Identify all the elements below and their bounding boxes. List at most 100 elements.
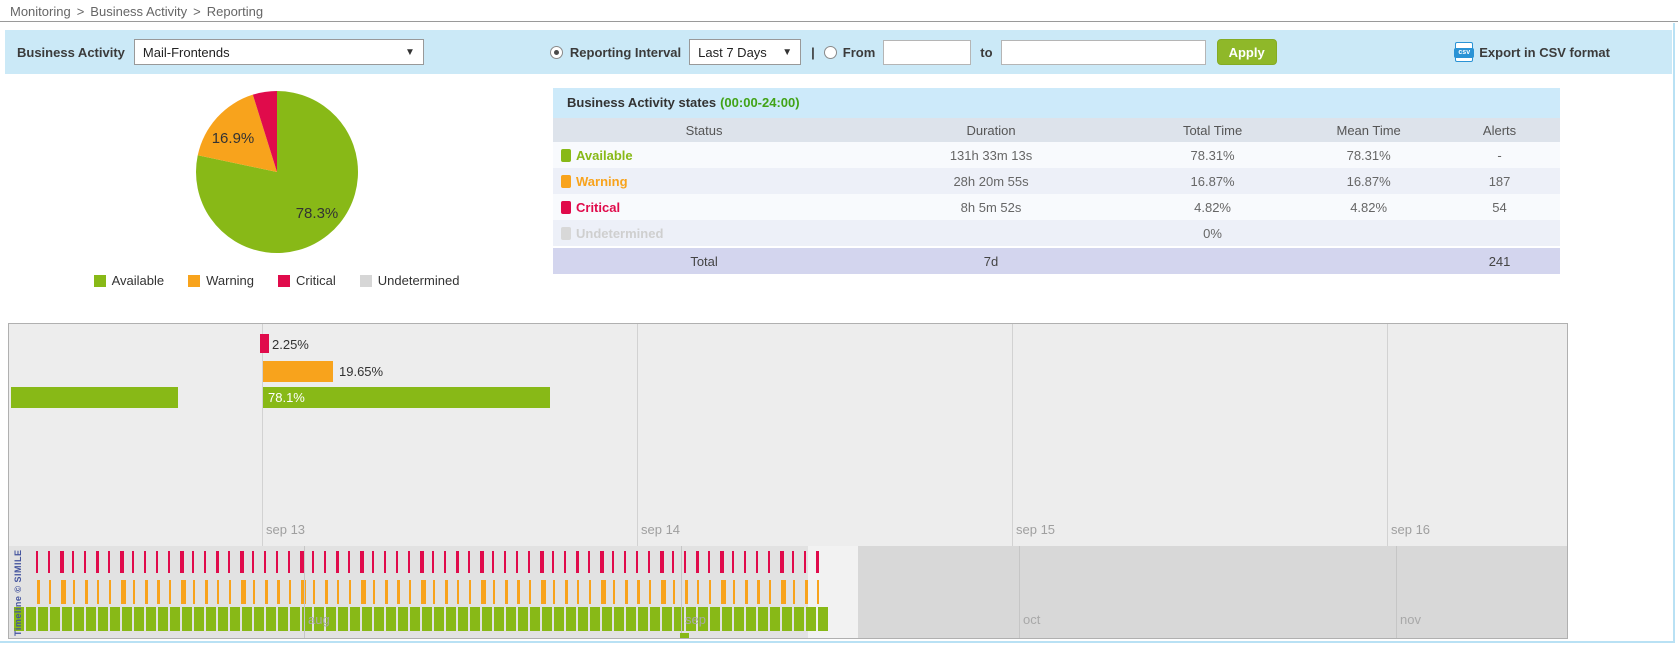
overview-tick-warning <box>97 580 99 604</box>
overview-tick-ok <box>182 607 192 631</box>
overview-tick-ok <box>230 607 240 631</box>
overview-tick-critical <box>492 551 494 573</box>
month-gridline <box>304 546 305 639</box>
overview-tick-warning <box>121 580 126 604</box>
export-csv-link[interactable]: csv Export in CSV format <box>1455 42 1610 62</box>
to-date-input[interactable] <box>1001 40 1206 65</box>
overview-tick-critical <box>636 551 638 573</box>
timeline-bar-value: 19.65% <box>339 362 383 381</box>
overview-tick-ok <box>446 607 456 631</box>
breadcrumb-item-monitoring[interactable]: Monitoring <box>10 4 71 19</box>
apply-button[interactable]: Apply <box>1217 39 1277 65</box>
overview-tick-critical <box>96 551 99 573</box>
total-duration: 7d <box>855 254 1127 269</box>
overview-tick-critical <box>720 551 724 573</box>
reporting-interval-radio[interactable] <box>550 46 563 59</box>
timeline-bar-ok <box>263 387 550 408</box>
day-label: sep 16 <box>1391 522 1430 537</box>
overview-tick-critical <box>444 551 446 573</box>
timeline-bar-critical <box>260 334 269 353</box>
overview-tick-ok <box>194 607 204 631</box>
overview-tick-ok <box>758 607 768 631</box>
overview-tick-warning <box>49 580 51 604</box>
states-table-title: Business Activity states(00:00-24:00) <box>553 88 1560 118</box>
overview-tick-ok <box>350 607 360 631</box>
overview-tick-critical <box>648 551 650 573</box>
overview-tick-ok <box>638 607 648 631</box>
day-label: sep 14 <box>641 522 680 537</box>
overview-tick-critical <box>324 551 326 573</box>
legend-item-critical: Critical <box>278 273 336 288</box>
legend-label: Warning <box>206 273 254 288</box>
cell-mean-time: 4.82% <box>1298 200 1439 215</box>
custom-range-radio[interactable] <box>824 46 837 59</box>
overview-tick-critical <box>288 551 290 573</box>
legend-label: Critical <box>296 273 336 288</box>
overview-tick-ok <box>374 607 384 631</box>
timeline-overview-band[interactable]: augsepoctnov <box>9 546 1568 639</box>
overview-tick-critical <box>816 551 819 573</box>
overview-tick-ok <box>50 607 60 631</box>
overview-tick-ok <box>674 607 684 631</box>
reporting-interval-select[interactable]: Last 7 Days ▼ <box>689 39 801 65</box>
overview-tick-ok <box>542 607 552 631</box>
overview-tick-critical <box>600 551 604 573</box>
status-swatch <box>561 149 571 162</box>
overview-tick-critical <box>336 551 339 573</box>
overview-tick-critical <box>312 551 314 573</box>
month-gridline <box>681 546 682 639</box>
overview-tick-critical <box>756 551 758 573</box>
column-header-duration: Duration <box>855 123 1127 138</box>
overview-tick-critical <box>120 551 124 573</box>
overview-tick-warning <box>781 580 786 604</box>
timeline-bar-warning <box>263 361 333 382</box>
chevron-down-icon: ▼ <box>782 47 792 58</box>
chevron-down-icon: ▼ <box>405 47 415 58</box>
overview-tick-warning <box>313 580 315 604</box>
overview-tick-ok <box>554 607 564 631</box>
overview-tick-ok <box>458 607 468 631</box>
overview-tick-warning <box>205 580 208 604</box>
business-activity-select[interactable]: Mail-Frontends ▼ <box>134 39 424 65</box>
overview-tick-warning <box>577 580 579 604</box>
overview-tick-ok <box>26 607 36 631</box>
overview-tick-warning <box>613 580 615 604</box>
overview-tick-warning <box>241 580 246 604</box>
day-gridline <box>637 324 638 546</box>
state-pie-chart: 78.3%16.9% <box>0 74 553 266</box>
overview-tick-critical <box>60 551 64 573</box>
overview-tick-ok <box>650 607 660 631</box>
overview-tick-warning <box>805 580 808 604</box>
states-table: Business Activity states(00:00-24:00) St… <box>553 88 1560 314</box>
overview-tick-warning <box>109 580 111 604</box>
overview-tick-warning <box>289 580 291 604</box>
overview-now-marker <box>680 633 689 638</box>
overview-tick-ok <box>434 607 444 631</box>
to-label: to <box>980 45 992 60</box>
overview-tick-warning <box>397 580 400 604</box>
overview-tick-ok <box>338 607 348 631</box>
overview-tick-warning <box>769 580 771 604</box>
export-csv-label: Export in CSV format <box>1479 45 1610 60</box>
overview-tick-warning <box>757 580 760 604</box>
overview-tick-warning <box>181 580 186 604</box>
cell-alerts: 54 <box>1439 200 1560 215</box>
overview-tick-critical <box>456 551 459 573</box>
table-row-undetermined: Undetermined0% <box>553 220 1560 246</box>
column-header-alerts: Alerts <box>1439 123 1560 138</box>
overview-tick-warning <box>385 580 388 604</box>
overview-tick-critical <box>216 551 219 573</box>
breadcrumb-item-reporting[interactable]: Reporting <box>207 4 263 19</box>
overview-tick-critical <box>180 551 184 573</box>
breadcrumb-item-business-activity[interactable]: Business Activity <box>90 4 187 19</box>
overview-tick-warning <box>709 580 711 604</box>
overview-tick-ok <box>506 607 516 631</box>
overview-tick-critical <box>624 551 626 573</box>
overview-tick-ok <box>242 607 252 631</box>
overview-tick-warning <box>325 580 328 604</box>
from-date-input[interactable] <box>883 40 971 65</box>
timeline-overview-future-area <box>858 546 1568 639</box>
overview-tick-warning <box>649 580 651 604</box>
overview-tick-ok <box>170 607 180 631</box>
overview-tick-critical <box>360 551 364 573</box>
